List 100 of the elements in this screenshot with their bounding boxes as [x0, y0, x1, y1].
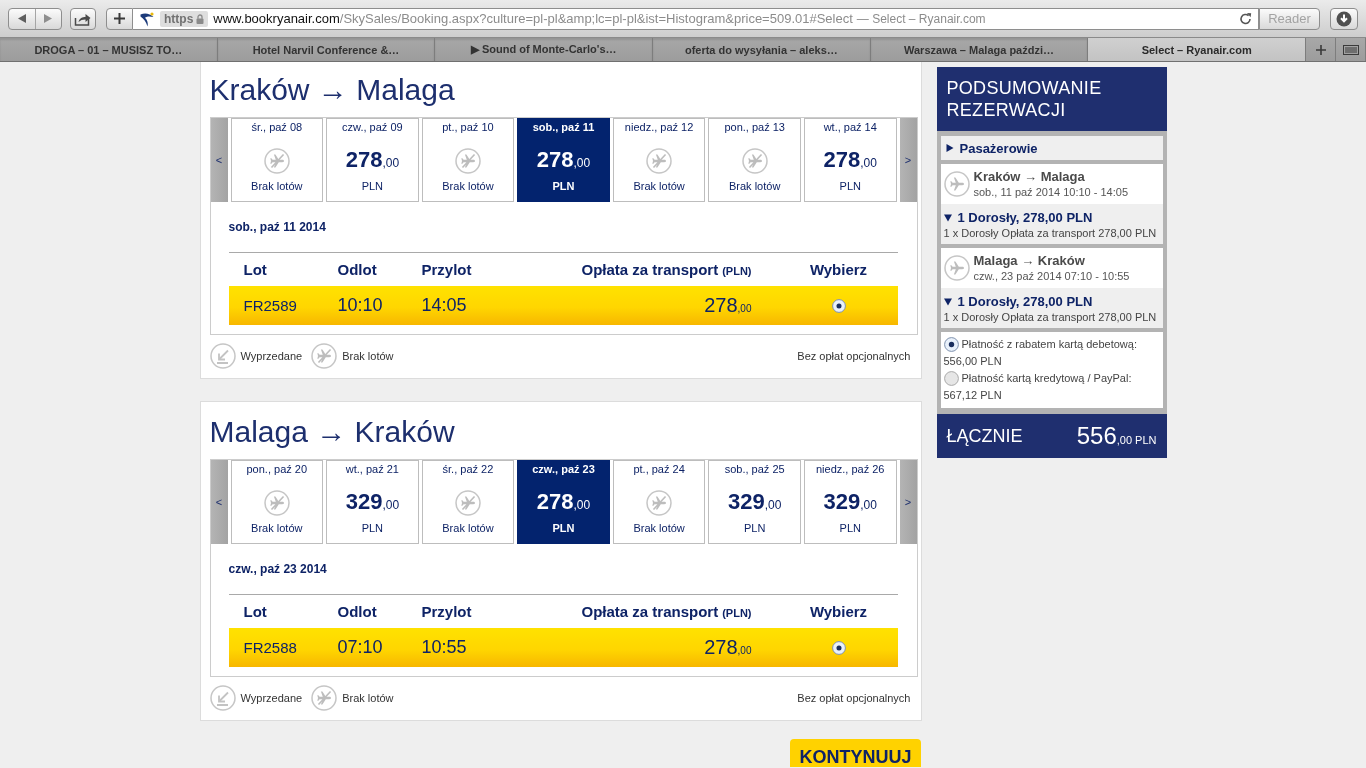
date-option[interactable]: sob., paź 11 278,00 PLN: [517, 118, 610, 202]
date-label: sob., paź 11: [532, 121, 595, 134]
date-label: czw., paź 09: [342, 121, 403, 134]
selected-date: sob., paź 11 2014: [227, 219, 327, 235]
logo-icon: [139, 10, 155, 27]
plus-button[interactable]: [106, 7, 133, 30]
fare-price: 329,00: [823, 488, 877, 516]
departure-time: 10:10: [337, 295, 383, 316]
fare-toggle[interactable]: 1 Dorosły, 278,00 PLN: [943, 209, 1093, 226]
reload-icon[interactable]: [1239, 12, 1252, 25]
fare-toggle[interactable]: 1 Dorosły, 278,00 PLN: [943, 293, 1093, 310]
browser-tab[interactable]: DROGA – 01 – MUSISZ TO…: [0, 38, 218, 61]
crossed-plane-icon: [263, 148, 290, 174]
browser-tab[interactable]: Hotel Narvil Conference &…: [217, 38, 436, 61]
radio-button[interactable]: [831, 640, 846, 655]
crossed-plane-icon: [646, 490, 673, 516]
fare-price: 278,00: [704, 636, 752, 659]
date-label: czw., paź 23: [532, 463, 595, 476]
previous-dates-button[interactable]: <: [210, 460, 228, 544]
total-price: 556,00 PLN: [1076, 422, 1157, 450]
flight-number: FR2589: [243, 297, 297, 314]
status-label: Brak lotów: [729, 180, 781, 193]
date-option[interactable]: śr., paź 22 Brak lotów: [421, 460, 515, 544]
browser-tab[interactable]: Select – Ryanair.com: [1088, 38, 1307, 61]
radio-button[interactable]: [943, 337, 959, 352]
date-option[interactable]: czw., paź 09 278,00 PLN: [326, 118, 419, 202]
browser-tab[interactable]: oferta do wysyłania – aleks…: [653, 38, 871, 61]
currency-label: PLN: [743, 522, 766, 535]
currency-label: PLN: [552, 180, 575, 193]
leg-date-time: sob., 11 paź 2014 10:10 - 14:05: [973, 185, 1129, 199]
status-label: Brak lotów: [633, 180, 685, 193]
plus-icon: [114, 13, 125, 24]
date-option[interactable]: pon., paź 20 Brak lotów: [230, 460, 324, 544]
date-option[interactable]: czw., paź 23 278,00 PLN: [517, 460, 610, 544]
date-label: pt., paź 24: [633, 463, 685, 476]
status-label: Brak lotów: [251, 522, 303, 535]
date-label: niedz., paź 12: [624, 121, 694, 134]
date-label: pon., paź 20: [246, 463, 308, 476]
column-header: Odlot: [337, 261, 377, 278]
payment-option-label: Płatność z rabatem kartą debetową:: [961, 337, 1137, 352]
currency-label: PLN: [361, 522, 384, 535]
crossed-plane-icon: [454, 148, 481, 174]
date-option[interactable]: niedz., paź 12 Brak lotów: [612, 118, 706, 202]
total-label: ŁĄCZNIE: [946, 425, 1023, 447]
url-host: www.bookryanair.com: [213, 11, 340, 26]
status-label: Brak lotów: [633, 522, 685, 535]
column-header: Wybierz: [809, 261, 868, 278]
date-option[interactable]: sob., paź 25 329,00 PLN: [708, 460, 801, 544]
plane-icon: [943, 171, 970, 197]
leg-route: Malaga → Kraków: [973, 253, 1085, 269]
unit-label: (PLN): [722, 607, 752, 619]
url-path: /SkySales/Booking.aspx?culture=pl-pl&amp;lc=pl-pl&ist=Histogram&price=509.01#Select: [339, 11, 853, 26]
passengers-toggle[interactable]: Pasażerowie: [940, 136, 1163, 160]
fare-price: 278,00: [536, 488, 591, 516]
crossed-plane-icon: [646, 148, 673, 174]
downloads-button[interactable]: [1330, 7, 1358, 30]
fare-price: 278,00: [704, 294, 752, 317]
date-option[interactable]: pt., paź 10 Brak lotów: [421, 118, 515, 202]
previous-dates-button[interactable]: <: [210, 118, 228, 202]
radio-button[interactable]: [831, 298, 846, 313]
radio-button[interactable]: [943, 371, 959, 386]
browser-tab[interactable]: ▶ Sound of Monte-Carlo's…: [435, 38, 653, 61]
currency-label: PLN: [839, 180, 861, 193]
crossed-plane-icon: [311, 685, 338, 711]
legend-label: Brak lotów: [342, 692, 394, 704]
date-option[interactable]: pt., paź 24 Brak lotów: [612, 460, 706, 544]
date-label: pon., paź 13: [724, 121, 785, 134]
unit-label: (PLN): [722, 265, 752, 277]
date-option[interactable]: wt., paź 21 329,00 PLN: [326, 460, 419, 544]
selected-date: czw., paź 23 2014: [227, 561, 328, 577]
window-icon: [1342, 44, 1359, 55]
column-header: Przylot: [421, 603, 472, 620]
currency-label: PLN: [552, 522, 575, 535]
date-label: sob., paź 25: [724, 463, 785, 476]
fees-note: Bez opłat opcjonalnych: [797, 692, 911, 704]
share-button[interactable]: [70, 7, 96, 30]
departure-time: 07:10: [337, 637, 383, 658]
address-field[interactable]: https www.bookryanair.com/SkySales/Booking.aspx?culture=pl-pl&amp;lc=pl-pl&ist=Histogram&price=509.01#Select — Select – Ryanair.com: [133, 7, 1259, 30]
payment-amount: 556,00 PLN: [943, 354, 1002, 369]
continue-button[interactable]: KONTYNUUJ: [790, 739, 921, 767]
status-label: Brak lotów: [442, 180, 494, 193]
column-header: Wybierz: [809, 603, 868, 620]
date-option[interactable]: pon., paź 13 Brak lotów: [708, 118, 801, 202]
column-header: Lot: [243, 603, 267, 620]
download-icon: [1336, 10, 1352, 27]
date-option[interactable]: wt., paź 14 278,00 PLN: [803, 118, 897, 202]
crossed-plane-icon: [311, 343, 338, 369]
fare-detail: 1 x Dorosły Opłata za transport 278,00 PLN: [943, 310, 1158, 324]
crossed-plane-icon: [454, 490, 481, 516]
arrival-time: 10:55: [421, 637, 467, 658]
date-label: wt., paź 14: [823, 121, 877, 134]
next-dates-button[interactable]: >: [899, 460, 917, 544]
date-option[interactable]: śr., paź 08 Brak lotów: [230, 118, 324, 202]
arrival-time: 14:05: [421, 295, 467, 316]
next-dates-button[interactable]: >: [899, 118, 917, 202]
column-header: Odlot: [337, 603, 377, 620]
status-label: Brak lotów: [442, 522, 494, 535]
date-option[interactable]: niedz., paź 26 329,00 PLN: [803, 460, 897, 544]
route-title: Malaga → Kraków: [209, 414, 456, 450]
lock-icon: [196, 13, 205, 24]
